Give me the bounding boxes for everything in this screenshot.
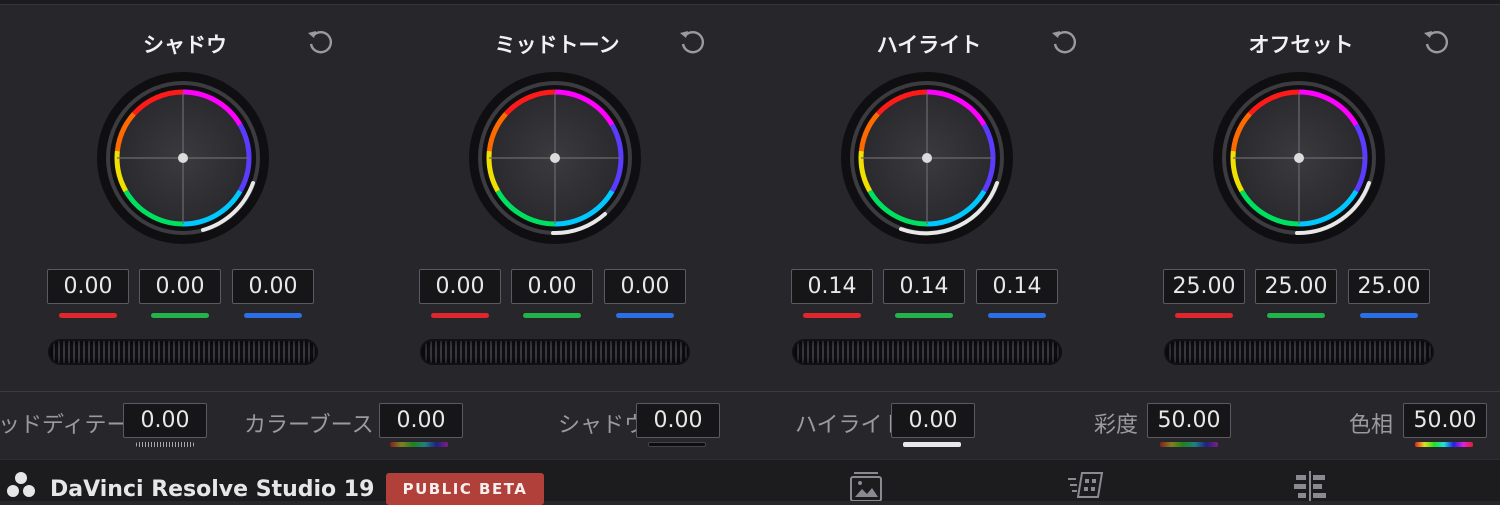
reset-icon[interactable] (1049, 27, 1079, 57)
footer-bar: DaVinci Resolve Studio 19 PUBLIC BETA (0, 459, 1500, 505)
param-label-shadows: シャドウ (558, 413, 647, 438)
edit-page-icon[interactable] (1292, 471, 1328, 501)
param-label-color-boost: カラーブースト (244, 413, 396, 438)
color-wheel-panel-offset: オフセット 25.00 25.00 25.00 (1136, 0, 1466, 390)
master-wheel-jog[interactable] (1164, 339, 1434, 365)
reset-icon[interactable] (1421, 27, 1451, 57)
saturation-field[interactable]: 50.00 (1147, 403, 1231, 438)
red-channel-indicator (1175, 313, 1233, 318)
reset-icon[interactable] (305, 27, 335, 57)
green-value-field[interactable]: 0.14 (883, 269, 965, 304)
blue-channel-indicator (1360, 313, 1418, 318)
blue-value-field[interactable]: 0.00 (604, 269, 686, 304)
color-wheel-panel-shadows: シャドウ 0.00 0.00 0.00 (20, 0, 350, 390)
blue-channel-indicator (616, 313, 674, 318)
media-page-icon[interactable] (848, 471, 884, 501)
green-channel-indicator (151, 313, 209, 318)
green-channel-indicator (895, 313, 953, 318)
wheel-title: シャドウ (143, 33, 227, 57)
mid-detail-bar (136, 442, 194, 447)
red-channel-indicator (803, 313, 861, 318)
highlights-bar (903, 442, 961, 447)
blue-value-field[interactable]: 25.00 (1348, 269, 1430, 304)
wheel-title: オフセット (1248, 33, 1354, 57)
app-name: DaVinci Resolve Studio 19 (50, 477, 375, 502)
public-beta-badge: PUBLIC BETA (386, 473, 544, 505)
param-label-hue: 色相 (1349, 413, 1394, 438)
param-label-saturation: 彩度 (1094, 413, 1139, 438)
master-wheel-jog[interactable] (420, 339, 690, 365)
davinci-logo-icon (7, 472, 35, 497)
color-wheel-panel-highlights: ハイライト 0.14 0.14 0.14 (764, 0, 1094, 390)
wheel-title: ハイライト (876, 33, 982, 57)
green-channel-indicator (523, 313, 581, 318)
red-value-field[interactable]: 0.14 (791, 269, 873, 304)
blue-channel-indicator (988, 313, 1046, 318)
shadows-bar (648, 442, 706, 447)
red-value-field[interactable]: 25.00 (1163, 269, 1245, 304)
param-label-highlights: ハイライト (795, 413, 905, 438)
hue-bar (1415, 442, 1473, 447)
red-channel-indicator (59, 313, 117, 318)
saturation-bar (1160, 442, 1218, 447)
red-value-field[interactable]: 0.00 (419, 269, 501, 304)
color-wheel-panel-midtones: ミッドトーン 0.00 0.00 0.00 (392, 0, 722, 390)
color-wheel[interactable] (839, 70, 1015, 246)
blue-value-field[interactable]: 0.14 (976, 269, 1058, 304)
highlights-field[interactable]: 0.00 (891, 403, 975, 438)
reset-icon[interactable] (677, 27, 707, 57)
panel-divider (0, 391, 1500, 392)
hue-field[interactable]: 50.00 (1403, 403, 1487, 438)
green-value-field[interactable]: 25.00 (1255, 269, 1337, 304)
green-value-field[interactable]: 0.00 (139, 269, 221, 304)
red-channel-indicator (431, 313, 489, 318)
green-value-field[interactable]: 0.00 (511, 269, 593, 304)
master-wheel-jog[interactable] (48, 339, 318, 365)
red-value-field[interactable]: 0.00 (47, 269, 129, 304)
color-wheel[interactable] (467, 70, 643, 246)
master-wheel-jog[interactable] (792, 339, 1062, 365)
color-boost-bar (390, 442, 448, 447)
blue-channel-indicator (244, 313, 302, 318)
green-channel-indicator (1267, 313, 1325, 318)
shadows-field[interactable]: 0.00 (636, 403, 720, 438)
cut-page-icon[interactable] (1068, 471, 1104, 501)
color-wheel[interactable] (95, 70, 271, 246)
mid-detail-field[interactable]: 0.00 (123, 403, 207, 438)
blue-value-field[interactable]: 0.00 (232, 269, 314, 304)
color-wheel[interactable] (1211, 70, 1387, 246)
color-boost-field[interactable]: 0.00 (379, 403, 463, 438)
wheel-title: ミッドトーン (494, 33, 620, 57)
